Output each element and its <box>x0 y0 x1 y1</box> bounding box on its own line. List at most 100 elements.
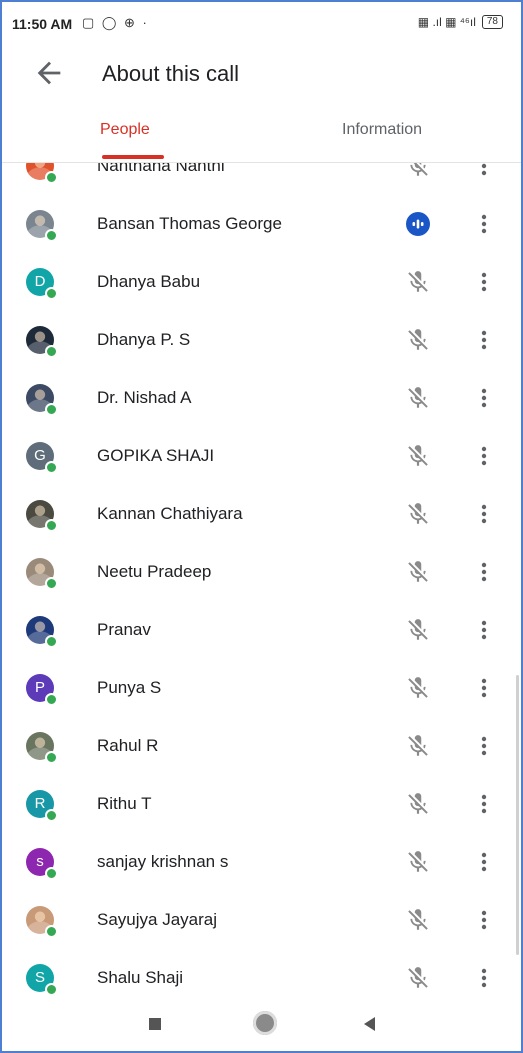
participant-name: Neetu Pradeep <box>97 562 212 581</box>
notification-icons: ▢ ◯ ⊕ · <box>82 15 149 30</box>
online-status-dot <box>45 577 58 590</box>
mic-off-icon <box>405 501 431 527</box>
more-options-icon[interactable] <box>474 733 494 759</box>
more-options-icon[interactable] <box>474 617 494 643</box>
avatar <box>26 210 58 242</box>
avatar-letter: R <box>34 795 46 812</box>
participant-name: Dr. Nishad A <box>97 388 192 407</box>
home-button[interactable] <box>253 1011 277 1035</box>
online-status-dot <box>45 635 58 648</box>
avatar-letter: S <box>34 969 45 986</box>
more-options-icon[interactable] <box>474 965 494 991</box>
online-status-dot <box>45 751 58 764</box>
more-options-icon[interactable] <box>474 211 494 237</box>
participant-row[interactable]: Dr. Nishad A <box>2 369 521 427</box>
mic-off-icon <box>405 385 431 411</box>
mic-off-icon <box>405 617 431 643</box>
avatar <box>26 163 58 184</box>
avatar <box>26 384 58 416</box>
participant-row[interactable]: Pranav <box>2 601 521 659</box>
more-options-icon[interactable] <box>474 443 494 469</box>
back-arrow-icon[interactable] <box>32 56 66 90</box>
participant-row[interactable]: Sayujya Jayaraj <box>2 891 521 949</box>
more-options-icon[interactable] <box>474 269 494 295</box>
navigation-bar <box>2 995 521 1051</box>
more-options-icon[interactable] <box>474 791 494 817</box>
system-icons: ▦ .ıl ▦ ⁴⁶ıl 78 <box>418 15 503 29</box>
avatar <box>26 326 58 358</box>
participant-name: Dhanya P. S <box>97 330 191 349</box>
avatar-letter: D <box>34 273 46 290</box>
online-status-dot <box>45 925 58 938</box>
mic-off-icon <box>405 675 431 701</box>
avatar: D <box>26 268 58 300</box>
mic-off-icon <box>405 163 431 179</box>
active-tab-indicator <box>102 155 164 159</box>
avatar-letter: P <box>34 679 45 696</box>
phone-screen: 11:50 AM ▢ ◯ ⊕ · ▦ .ıl ▦ ⁴⁶ıl 78 About t… <box>0 0 523 1053</box>
participant-name: Pranav <box>97 620 151 639</box>
signal-icons: ▦ .ıl ▦ ⁴⁶ıl <box>417 15 476 29</box>
participant-row[interactable]: s sanjay krishnan s <box>2 833 521 891</box>
participant-name: Nanthana Nanthi <box>97 163 225 175</box>
more-options-icon[interactable] <box>474 559 494 585</box>
mic-off-icon <box>405 965 431 991</box>
mic-off-icon <box>405 791 431 817</box>
online-status-dot <box>45 461 58 474</box>
participant-row[interactable]: R Rithu T <box>2 775 521 833</box>
avatar-letter: s <box>36 853 44 870</box>
nav-back-button[interactable] <box>364 1017 375 1031</box>
participant-row[interactable]: Kannan Chathiyara <box>2 485 521 543</box>
participant-row[interactable]: D Dhanya Babu <box>2 253 521 311</box>
tab-people[interactable]: People <box>100 121 150 139</box>
avatar: G <box>26 442 58 474</box>
online-status-dot <box>45 345 58 358</box>
mic-off-icon <box>405 269 431 295</box>
avatar-letter: G <box>34 447 46 464</box>
more-options-icon[interactable] <box>474 501 494 527</box>
online-status-dot <box>45 867 58 880</box>
avatar <box>26 732 58 764</box>
speaking-indicator-icon <box>405 211 431 237</box>
participant-name: Bansan Thomas George <box>97 214 282 233</box>
more-options-icon[interactable] <box>474 907 494 933</box>
participant-name: Rahul R <box>97 736 159 755</box>
participant-row[interactable]: P Punya S <box>2 659 521 717</box>
online-status-dot <box>45 519 58 532</box>
avatar: R <box>26 790 58 822</box>
participant-name: Shalu Shaji <box>97 968 184 987</box>
participant-name: Kannan Chathiyara <box>97 504 243 523</box>
app-bar: About this call <box>2 48 521 106</box>
mic-off-icon <box>405 559 431 585</box>
participant-list[interactable]: Nanthana Nanthi Bansan Thomas George D Dhan… <box>2 163 521 995</box>
more-options-icon[interactable] <box>474 849 494 875</box>
online-status-dot <box>45 171 58 184</box>
mic-off-icon <box>405 907 431 933</box>
online-status-dot <box>45 287 58 300</box>
participant-name: GOPIKA SHAJI <box>97 446 215 465</box>
tab-information[interactable]: Information <box>342 121 422 139</box>
recents-button[interactable] <box>149 1018 161 1030</box>
participant-name: Punya S <box>97 678 162 697</box>
participant-row[interactable]: Neetu Pradeep <box>2 543 521 601</box>
participant-row[interactable]: G GOPIKA SHAJI <box>2 427 521 485</box>
participant-row[interactable]: Nanthana Nanthi <box>2 163 521 195</box>
tab-bar: People Information <box>2 106 521 163</box>
status-time: 11:50 AM <box>12 16 73 32</box>
more-options-icon[interactable] <box>474 327 494 353</box>
online-status-dot <box>45 693 58 706</box>
participant-row[interactable]: Rahul R <box>2 717 521 775</box>
more-options-icon[interactable] <box>474 163 494 179</box>
scrollbar[interactable] <box>516 675 519 955</box>
more-options-icon[interactable] <box>474 385 494 411</box>
online-status-dot <box>45 983 58 995</box>
participant-name: Rithu T <box>97 794 152 813</box>
participant-name: sanjay krishnan s <box>97 852 229 871</box>
online-status-dot <box>45 809 58 822</box>
participant-row[interactable]: S Shalu Shaji <box>2 949 521 995</box>
online-status-dot <box>45 403 58 416</box>
participant-row[interactable]: Bansan Thomas George <box>2 195 521 253</box>
avatar <box>26 500 58 532</box>
participant-row[interactable]: Dhanya P. S <box>2 311 521 369</box>
more-options-icon[interactable] <box>474 675 494 701</box>
